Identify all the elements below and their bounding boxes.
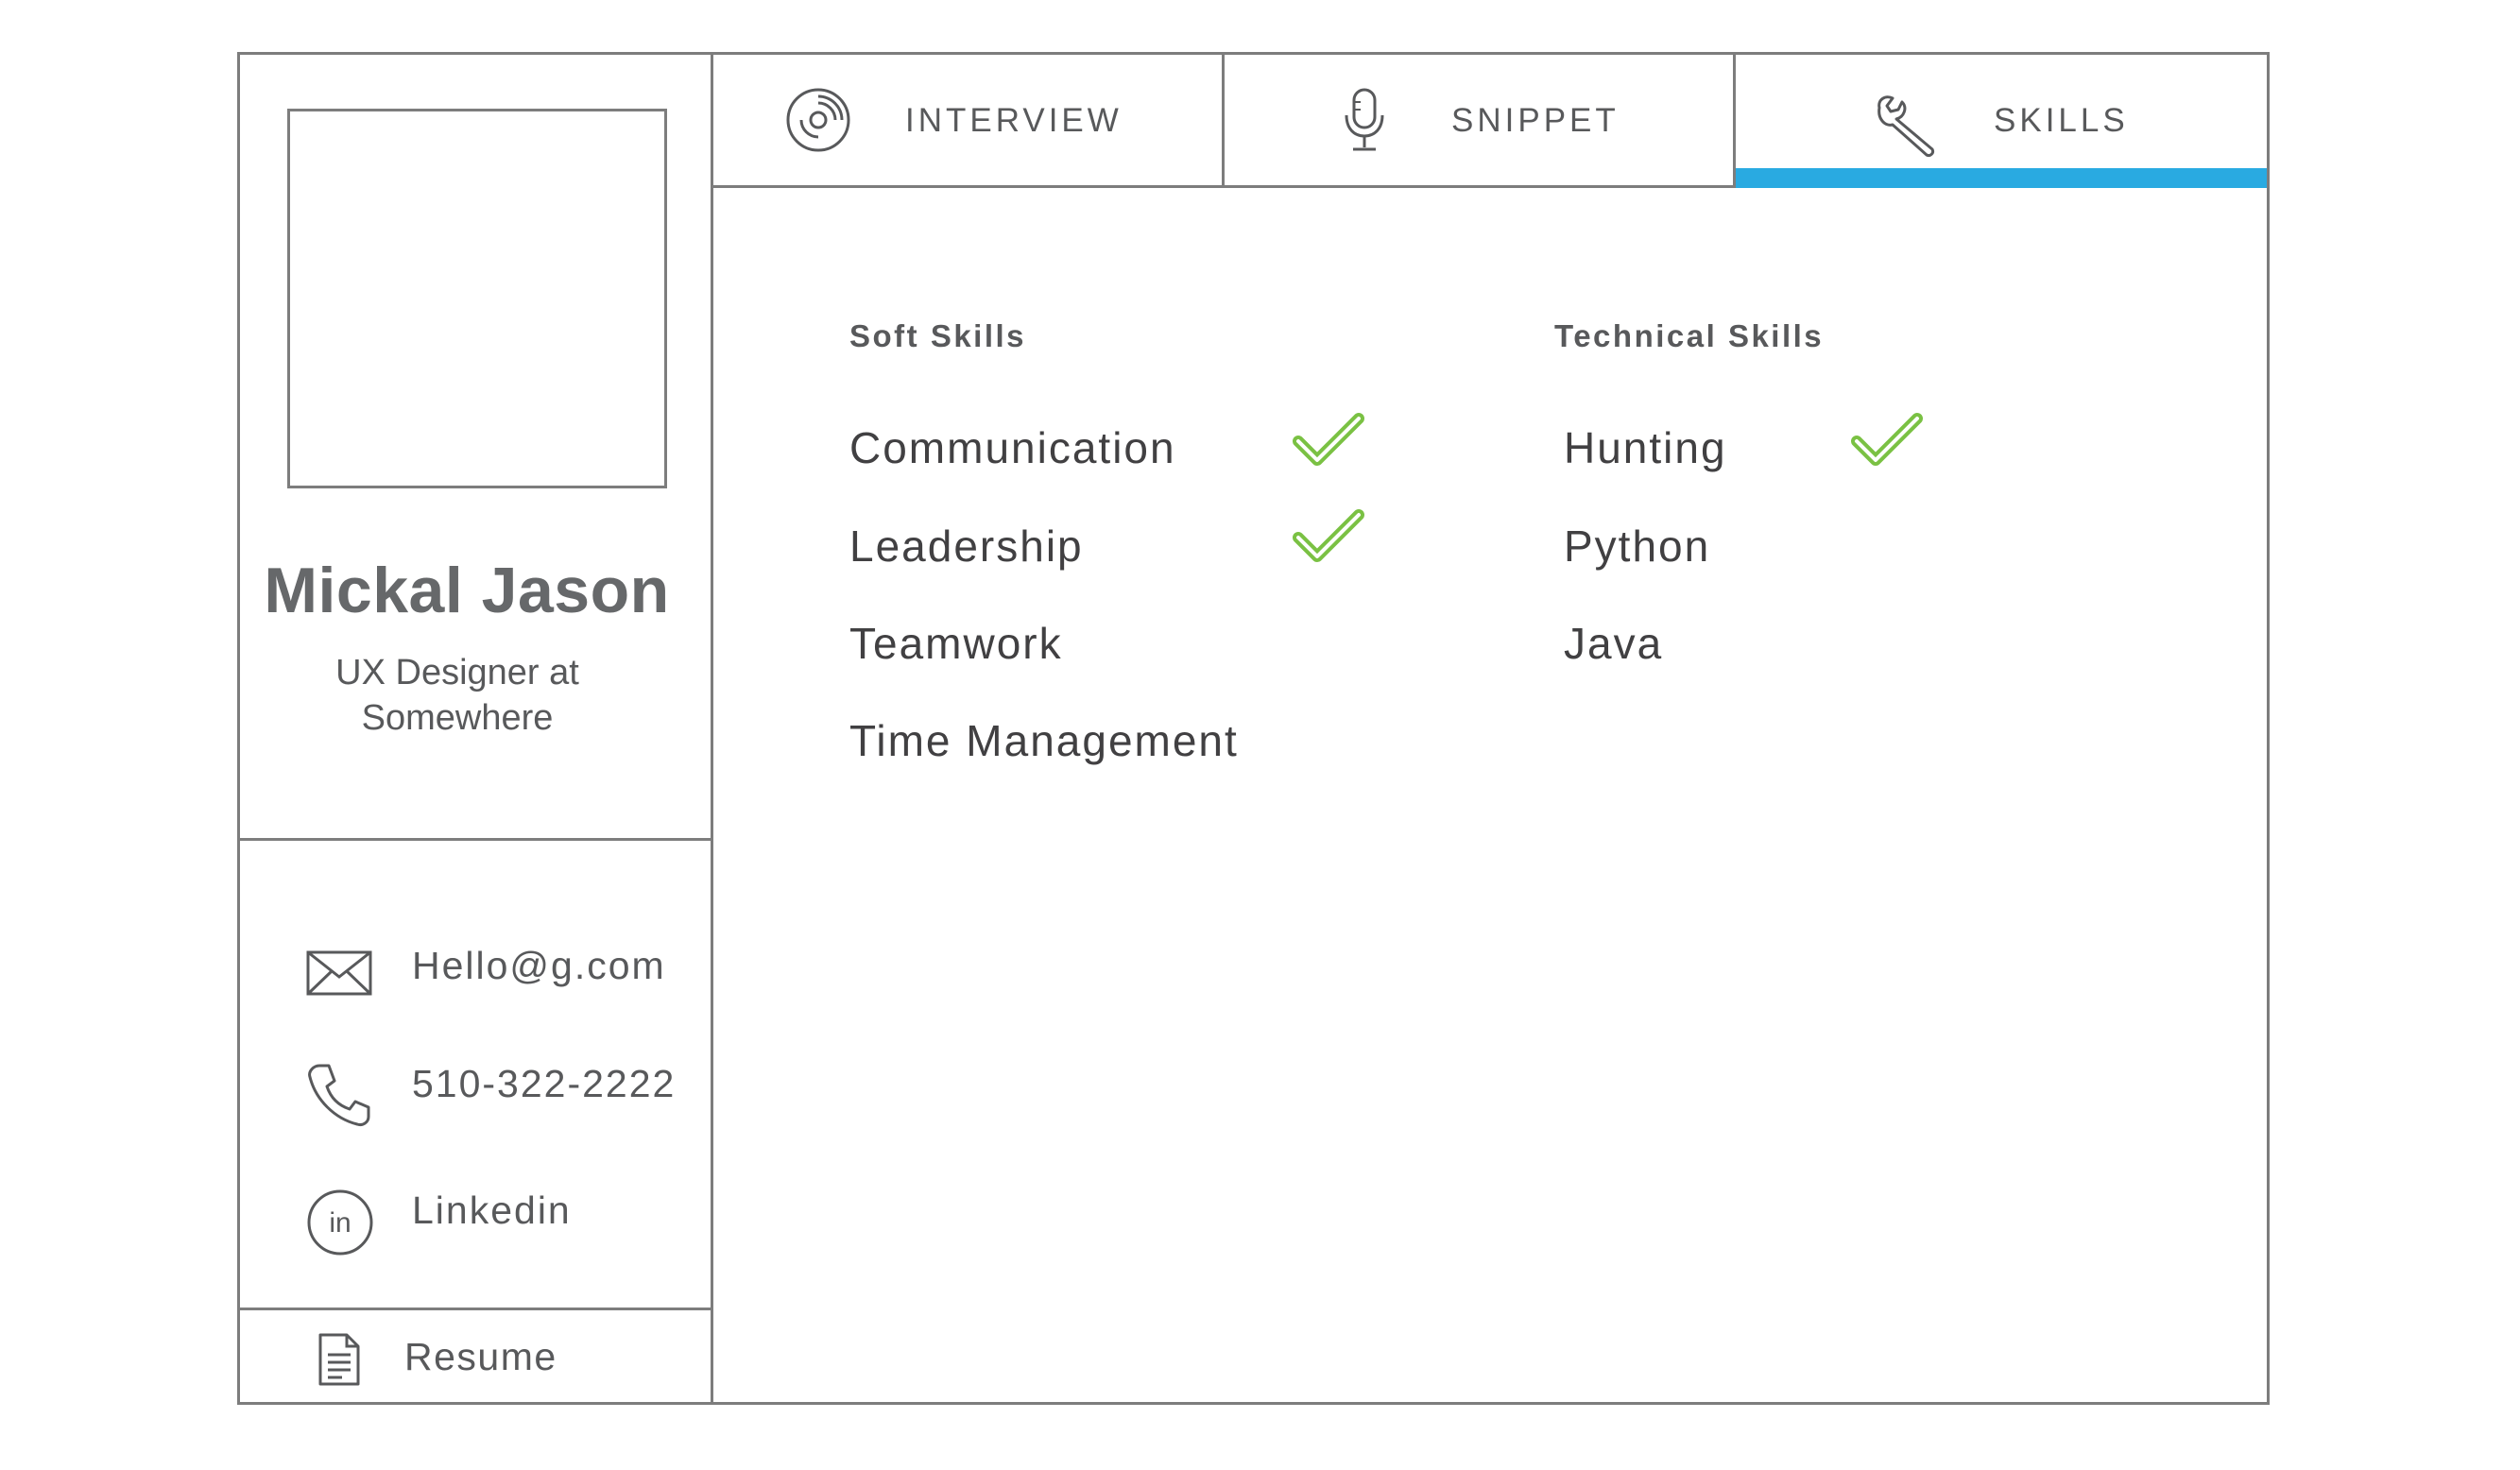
tab-active-indicator bbox=[1736, 168, 2267, 188]
soft-skills-heading: Soft Skills bbox=[849, 318, 1027, 353]
skill-leadership: Leadership bbox=[849, 521, 1084, 571]
profile-card: Mickal Jason UX Designer at Somewhere He… bbox=[237, 52, 2270, 1405]
svg-text:in: in bbox=[329, 1207, 351, 1239]
contact-linkedin[interactable]: in Linkedin bbox=[240, 1188, 711, 1273]
check-icon bbox=[1851, 413, 1923, 466]
profile-sidebar: Mickal Jason UX Designer at Somewhere He… bbox=[240, 55, 713, 1402]
skill-hunting: Hunting bbox=[1564, 423, 1727, 472]
contact-phone[interactable]: 510-322-2222 bbox=[240, 1062, 711, 1147]
profile-name: Mickal Jason bbox=[264, 555, 670, 626]
profile-title-line-2: Somewhere bbox=[361, 698, 554, 738]
resume-button[interactable]: Resume bbox=[240, 1310, 711, 1405]
technical-skills-heading: Technical Skills bbox=[1554, 318, 1825, 353]
tab-snippet[interactable]: SNIPPET bbox=[1225, 55, 1736, 185]
check-icon bbox=[1293, 509, 1364, 562]
wrench-icon bbox=[1877, 95, 1934, 157]
resume-label: Resume bbox=[404, 1335, 557, 1378]
tab-interview-label: INTERVIEW bbox=[905, 102, 1123, 139]
phone-icon bbox=[308, 1064, 370, 1126]
tab-bar: INTERVIEW SNIPPET SKILLS bbox=[713, 55, 2267, 188]
sidebar-divider bbox=[240, 838, 711, 841]
skill-teamwork: Teamwork bbox=[849, 619, 1063, 668]
profile-title-line-1: UX Designer at bbox=[335, 653, 579, 692]
tab-skills-label: SKILLS bbox=[1994, 102, 2129, 139]
contact-linkedin-label: Linkedin bbox=[412, 1188, 572, 1232]
skill-python: Python bbox=[1564, 521, 1711, 571]
profile-photo-placeholder bbox=[287, 109, 667, 488]
skill-communication: Communication bbox=[849, 423, 1176, 472]
document-icon bbox=[318, 1333, 360, 1386]
tab-snippet-label: SNIPPET bbox=[1451, 102, 1620, 139]
envelope-icon bbox=[306, 950, 372, 996]
tab-interview[interactable]: INTERVIEW bbox=[713, 55, 1225, 185]
skill-java: Java bbox=[1564, 619, 1664, 668]
check-icon bbox=[1293, 413, 1364, 466]
skills-panel: Soft Skills Technical Skills Communicati… bbox=[713, 188, 2267, 1402]
skill-time-management: Time Management bbox=[849, 716, 1239, 765]
contact-phone-label: 510-322-2222 bbox=[412, 1062, 677, 1105]
microphone-icon bbox=[1345, 88, 1384, 151]
linkedin-icon: in bbox=[307, 1189, 373, 1256]
disc-icon bbox=[786, 88, 850, 152]
contact-email-label: Hello@g.com bbox=[412, 944, 666, 987]
contact-email[interactable]: Hello@g.com bbox=[240, 943, 711, 1028]
profile-title: UX Designer at Somewhere bbox=[240, 650, 675, 741]
tab-skills[interactable]: SKILLS bbox=[1736, 55, 2267, 188]
